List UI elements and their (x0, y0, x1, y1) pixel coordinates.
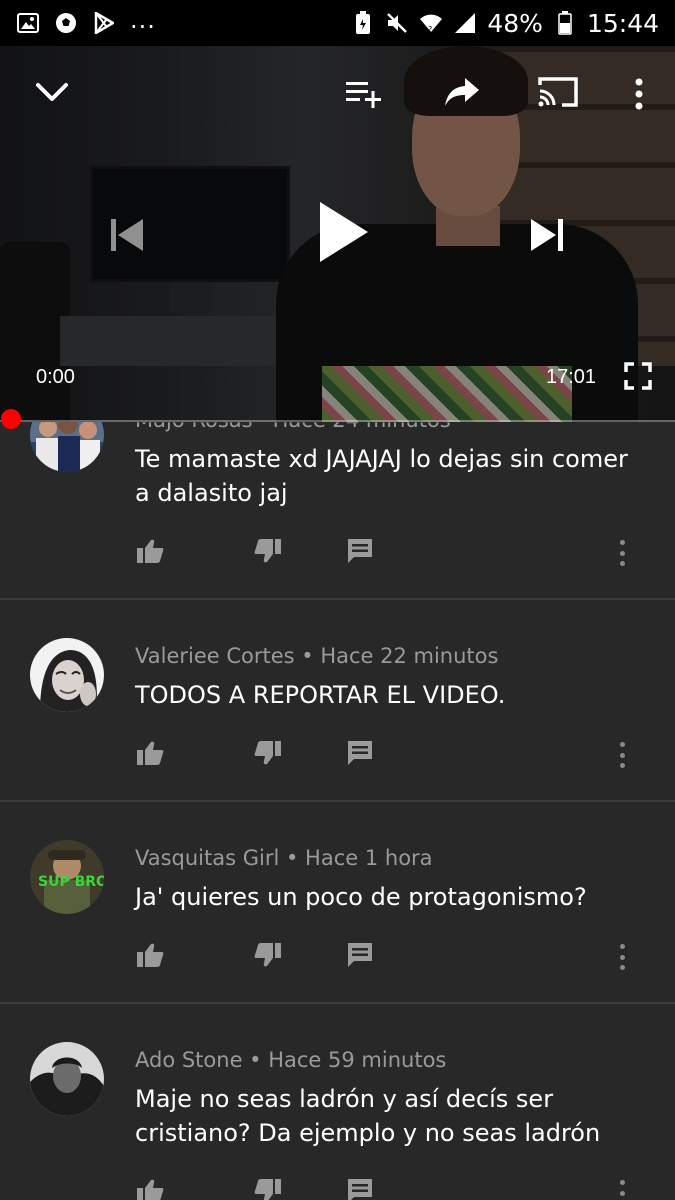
comment-avatar[interactable] (30, 1042, 104, 1116)
comment-author-meta: Majo Rosas · Hace 24 minutos (135, 422, 451, 432)
comment-item: Valeriee Cortes • Hace 22 minutos TODOS … (0, 600, 675, 802)
comment-item: SUP BROW Vasquitas Girl • Hace 1 hora Ja… (0, 802, 675, 1004)
skip-previous-icon (107, 216, 147, 258)
comment-author-meta: Valeriee Cortes • Hace 22 minutos (135, 644, 499, 668)
like-button[interactable] (135, 538, 165, 568)
duration: 17:01 (546, 366, 597, 388)
reply-button[interactable] (345, 942, 375, 972)
comment-author-meta: Ado Stone • Hace 59 minutos (135, 1048, 447, 1072)
play-icon (316, 200, 370, 268)
mute-icon (385, 11, 409, 35)
reply-comment-icon (346, 537, 374, 569)
comment-item: Ado Stone • Hace 59 minutos Maje no seas… (0, 1004, 675, 1200)
minimize-player-button[interactable] (32, 76, 72, 112)
thumbs-up-icon (136, 740, 164, 770)
previous-button[interactable] (104, 214, 150, 260)
comment-author-meta: Vasquitas Girl • Hace 1 hora (135, 846, 433, 870)
battery-saver-icon (351, 11, 375, 35)
chevron-down-icon (35, 81, 69, 107)
skip-next-icon (527, 216, 567, 258)
like-button[interactable] (135, 1178, 165, 1200)
comment-item: Majo Rosas · Hace 24 minutos Te mamaste … (0, 422, 675, 600)
comment-more-button[interactable] (617, 1178, 627, 1200)
svg-text:?: ? (428, 25, 432, 34)
comment-more-button[interactable] (617, 740, 627, 770)
reply-comment-icon (346, 1177, 374, 1200)
thumbs-down-icon (254, 538, 282, 568)
play-button[interactable] (310, 198, 376, 270)
reply-button[interactable] (345, 1178, 375, 1200)
comment-text: TODOS A REPORTAR EL VIDEO. (135, 681, 506, 709)
signal-icon (453, 11, 477, 35)
comment-text: Ja' quieres un poco de protagonismo? (135, 883, 587, 911)
comment-actions (135, 740, 655, 770)
comment-actions (135, 1178, 655, 1200)
like-button[interactable] (135, 740, 165, 770)
clock: 15:44 (586, 8, 659, 38)
gallery-icon (16, 11, 40, 35)
status-bar: ... ? 48% 15:44 (0, 0, 675, 46)
share-arrow-icon (443, 76, 481, 112)
comment-avatar[interactable]: SUP BROW (30, 840, 104, 914)
playlist-add-icon (344, 78, 384, 114)
reply-button[interactable] (345, 538, 375, 568)
next-button[interactable] (524, 214, 570, 260)
comment-avatar[interactable] (30, 422, 104, 472)
reply-comment-icon (346, 941, 374, 973)
comments-list: Majo Rosas · Hace 24 minutos Te mamaste … (0, 422, 675, 1200)
dislike-button[interactable] (253, 1178, 283, 1200)
thumbs-up-icon (136, 1178, 164, 1200)
current-time: 0:00 (36, 366, 75, 388)
like-button[interactable] (135, 942, 165, 972)
thumbs-down-icon (254, 942, 282, 972)
cast-button[interactable] (534, 74, 582, 114)
cast-icon (536, 75, 580, 113)
thumbs-down-icon (254, 1178, 282, 1200)
comment-more-button[interactable] (617, 538, 627, 568)
svg-text:SUP BROW: SUP BROW (38, 874, 104, 890)
wifi-icon: ? (419, 11, 443, 35)
comment-text: Te mamaste xd JAJAJAJ lo dejas sin comer… (135, 445, 628, 507)
reply-comment-icon (346, 739, 374, 771)
comment-actions (135, 942, 655, 972)
soccer-icon (54, 11, 78, 35)
more-vertical-icon (635, 78, 643, 114)
thumbs-up-icon (136, 538, 164, 568)
fullscreen-icon (624, 362, 652, 394)
dislike-button[interactable] (253, 942, 283, 972)
comment-more-button[interactable] (617, 942, 627, 972)
battery-icon (553, 11, 577, 35)
dislike-button[interactable] (253, 740, 283, 770)
comment-text: Maje no seas ladrón y así decís ser cris… (135, 1085, 601, 1147)
player-more-button[interactable] (624, 76, 654, 116)
thumbs-down-icon (254, 740, 282, 770)
add-to-playlist-button[interactable] (342, 76, 386, 116)
reply-button[interactable] (345, 740, 375, 770)
status-overflow: ... (130, 6, 156, 34)
comment-actions (135, 538, 655, 568)
fullscreen-button[interactable] (620, 360, 656, 396)
battery-percent: 48% (487, 8, 543, 38)
comment-avatar[interactable] (30, 638, 104, 712)
video-player[interactable]: 0:00 17:01 (0, 46, 675, 422)
thumbs-up-icon (136, 942, 164, 972)
share-button[interactable] (440, 74, 484, 114)
play-store-icon (92, 11, 116, 35)
dislike-button[interactable] (253, 538, 283, 568)
